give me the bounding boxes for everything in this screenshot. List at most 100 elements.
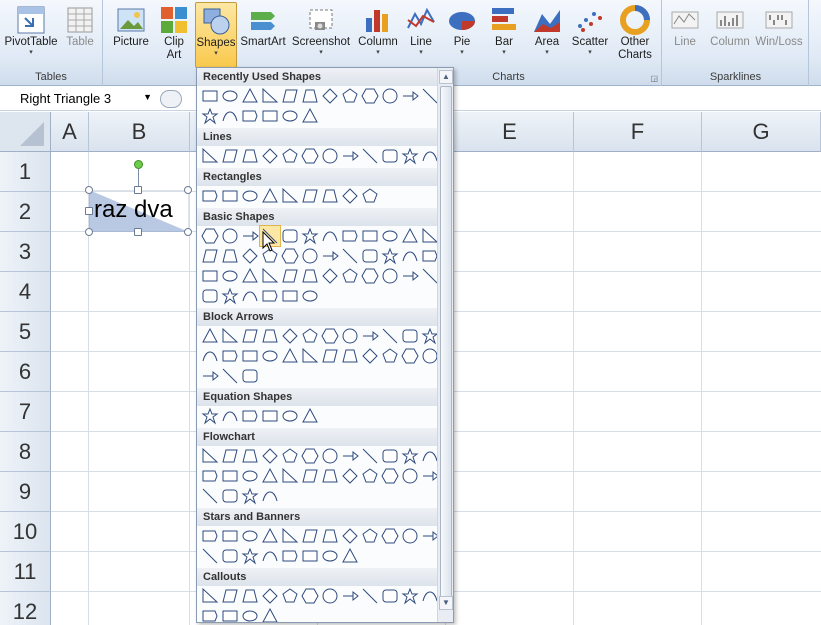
shape-option-basic-icon[interactable] xyxy=(340,246,360,266)
shape-option-arrows-icon[interactable] xyxy=(280,346,300,366)
dialog-launcher-icon[interactable]: ◲ xyxy=(650,74,658,83)
shape-option-recent-icon[interactable] xyxy=(300,106,320,126)
shape-option-basic-icon[interactable] xyxy=(300,246,320,266)
shape-option-basic-icon[interactable] xyxy=(360,266,380,286)
scrollbar-thumb[interactable] xyxy=(440,86,452,608)
shape-option-recent-icon[interactable] xyxy=(200,106,220,126)
row-header[interactable]: 10 xyxy=(0,512,51,552)
shape-option-callouts-icon[interactable] xyxy=(400,586,420,606)
resize-handle-top[interactable] xyxy=(134,186,142,194)
shape-option-callouts-icon[interactable] xyxy=(360,586,380,606)
shape-option-arrows-icon[interactable] xyxy=(260,346,280,366)
shape-option-arrows-icon[interactable] xyxy=(240,346,260,366)
shape-option-basic-icon[interactable] xyxy=(280,286,300,306)
shape-option-basic-icon[interactable] xyxy=(380,226,400,246)
shape-option-flowchart-icon[interactable] xyxy=(400,466,420,486)
shape-option-stars-icon[interactable] xyxy=(240,546,260,566)
shape-option-lines-icon[interactable] xyxy=(360,146,380,166)
shape-option-callouts-icon[interactable] xyxy=(200,586,220,606)
shape-option-flowchart-icon[interactable] xyxy=(200,466,220,486)
shape-option-recent-icon[interactable] xyxy=(300,86,320,106)
sparkline-line-button[interactable]: Line xyxy=(663,2,707,64)
shape-option-arrows-icon[interactable] xyxy=(380,346,400,366)
shape-option-basic-icon[interactable] xyxy=(240,246,260,266)
shape-option-flowchart-icon[interactable] xyxy=(400,446,420,466)
table-button[interactable]: Table xyxy=(60,2,100,64)
shape-option-basic-icon[interactable] xyxy=(220,266,240,286)
shape-option-equation-icon[interactable] xyxy=(220,406,240,426)
shape-option-recent-icon[interactable] xyxy=(260,106,280,126)
row-header[interactable]: 1 xyxy=(0,152,51,192)
shape-option-arrows-icon[interactable] xyxy=(300,346,320,366)
shape-option-basic-icon[interactable] xyxy=(360,226,380,246)
shape-option-basic-icon[interactable] xyxy=(420,246,438,266)
shape-option-equation-icon[interactable] xyxy=(200,406,220,426)
shape-option-lines-icon[interactable] xyxy=(280,146,300,166)
shape-option-basic-icon[interactable] xyxy=(320,266,340,286)
shape-option-arrows-icon[interactable] xyxy=(380,326,400,346)
scatter-chart-button[interactable]: Scatter ▾ xyxy=(568,2,612,64)
shape-option-basic-icon[interactable] xyxy=(360,246,380,266)
shape-option-stars-icon[interactable] xyxy=(420,526,438,546)
shape-option-stars-icon[interactable] xyxy=(220,546,240,566)
shape-option-flowchart-icon[interactable] xyxy=(220,486,240,506)
shape-option-recent-icon[interactable] xyxy=(240,106,260,126)
shape-option-stars-icon[interactable] xyxy=(260,546,280,566)
shape-option-arrows-icon[interactable] xyxy=(360,326,380,346)
shape-option-basic-icon[interactable] xyxy=(220,286,240,306)
shape-option-rectangles-icon[interactable] xyxy=(320,186,340,206)
shape-option-rectangles-icon[interactable] xyxy=(360,186,380,206)
shape-option-stars-icon[interactable] xyxy=(340,526,360,546)
resize-handle-top-left[interactable] xyxy=(85,186,93,194)
shape-option-arrows-icon[interactable] xyxy=(260,326,280,346)
row-header[interactable]: 2 xyxy=(0,192,51,232)
shape-option-callouts-icon[interactable] xyxy=(240,606,260,622)
row-header[interactable]: 4 xyxy=(0,272,51,312)
shape-option-stars-icon[interactable] xyxy=(340,546,360,566)
shape-option-arrows-icon[interactable] xyxy=(240,366,260,386)
shape-option-lines-icon[interactable] xyxy=(420,146,438,166)
clipart-button[interactable]: Clip Art xyxy=(156,2,192,64)
shape-option-flowchart-icon[interactable] xyxy=(220,466,240,486)
shape-option-flowchart-icon[interactable] xyxy=(300,446,320,466)
shape-option-arrows-icon[interactable] xyxy=(220,326,240,346)
chevron-down-icon[interactable]: ▼ xyxy=(143,92,152,102)
shape-option-lines-icon[interactable] xyxy=(220,146,240,166)
shape-option-rectangles-icon[interactable] xyxy=(300,186,320,206)
shape-option-recent-icon[interactable] xyxy=(280,106,300,126)
shape-option-flowchart-icon[interactable] xyxy=(260,446,280,466)
shape-option-lines-icon[interactable] xyxy=(240,146,260,166)
shape-option-callouts-icon[interactable] xyxy=(220,606,240,622)
shape-option-lines-icon[interactable] xyxy=(380,146,400,166)
resize-handle-top-right[interactable] xyxy=(184,186,192,194)
shape-option-basic-icon[interactable] xyxy=(400,246,420,266)
shape-option-recent-icon[interactable] xyxy=(400,86,420,106)
shape-option-basic-icon[interactable] xyxy=(280,246,300,266)
shape-option-rectangles-icon[interactable] xyxy=(200,186,220,206)
shape-option-rectangles-icon[interactable] xyxy=(260,186,280,206)
shape-option-basic-icon[interactable] xyxy=(240,226,260,246)
shape-option-basic-icon[interactable] xyxy=(420,266,438,286)
shapes-button[interactable]: Shapes ▾ xyxy=(195,2,237,68)
shape-option-stars-icon[interactable] xyxy=(280,526,300,546)
shape-option-flowchart-icon[interactable] xyxy=(260,466,280,486)
shape-option-recent-icon[interactable] xyxy=(220,106,240,126)
shape-option-basic-icon[interactable] xyxy=(280,226,300,246)
scroll-down-arrow-icon[interactable]: ▼ xyxy=(439,596,453,610)
shape-option-stars-icon[interactable] xyxy=(380,526,400,546)
shape-option-stars-icon[interactable] xyxy=(400,526,420,546)
sparkline-winloss-button[interactable]: Win/Loss xyxy=(753,2,805,64)
shape-option-basic-icon[interactable] xyxy=(200,286,220,306)
shape-option-recent-icon[interactable] xyxy=(360,86,380,106)
shape-option-lines-icon[interactable] xyxy=(400,146,420,166)
smartart-button[interactable]: SmartArt xyxy=(239,2,287,64)
shape-option-arrows-icon[interactable] xyxy=(420,326,438,346)
sparkline-column-button[interactable]: Column xyxy=(707,2,753,64)
shape-option-arrows-icon[interactable] xyxy=(280,326,300,346)
shape-option-stars-icon[interactable] xyxy=(220,526,240,546)
shape-option-stars-icon[interactable] xyxy=(200,546,220,566)
shape-option-flowchart-icon[interactable] xyxy=(340,466,360,486)
shape-option-flowchart-icon[interactable] xyxy=(260,486,280,506)
shape-option-stars-icon[interactable] xyxy=(320,546,340,566)
shape-option-stars-icon[interactable] xyxy=(320,526,340,546)
